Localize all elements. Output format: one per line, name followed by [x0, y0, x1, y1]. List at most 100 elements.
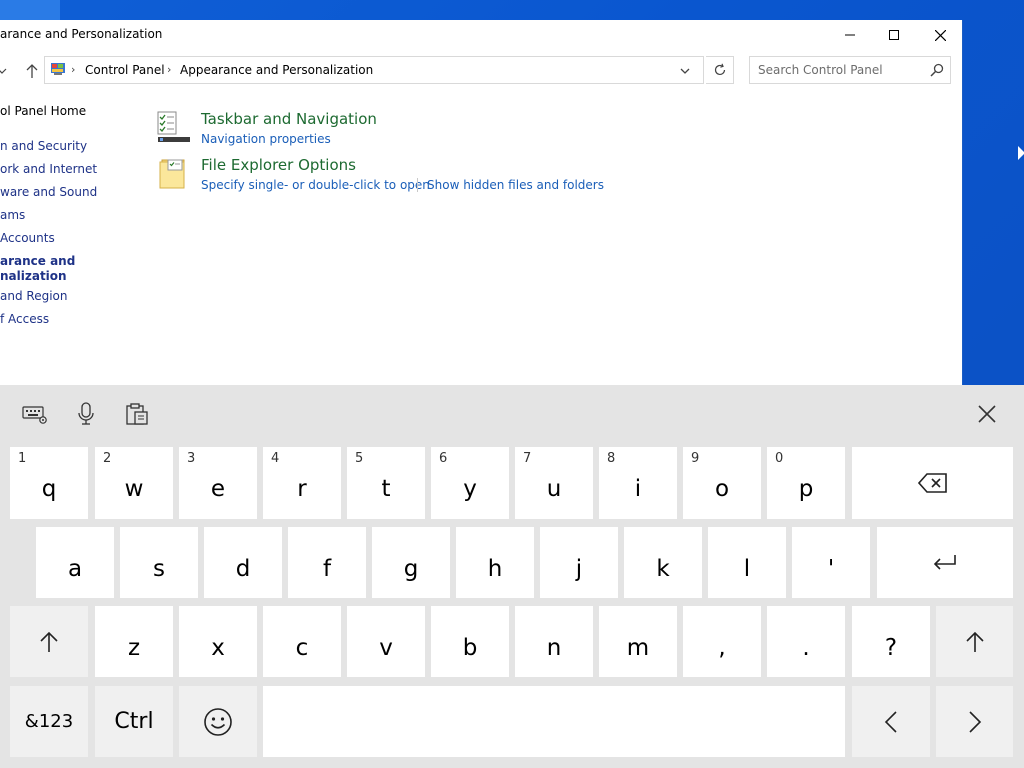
- emoji-key[interactable]: [179, 686, 257, 757]
- key-label: t: [381, 476, 391, 502]
- key-apostrophe[interactable]: ': [792, 527, 870, 598]
- key-m[interactable]: m: [599, 606, 677, 677]
- key-w[interactable]: 2w: [95, 447, 173, 519]
- key-u[interactable]: 7u: [515, 447, 593, 519]
- title-bar[interactable]: arance and Personalization: [0, 20, 963, 50]
- close-keyboard-button[interactable]: [972, 399, 1002, 429]
- key-label: ': [827, 555, 835, 582]
- up-arrow-icon[interactable]: [24, 62, 40, 80]
- taskbar-icon[interactable]: [156, 110, 190, 144]
- key-q[interactable]: 1q: [10, 447, 88, 519]
- control-panel-home-link[interactable]: ol Panel Home: [0, 104, 86, 118]
- key-x[interactable]: x: [179, 606, 257, 677]
- search-icon[interactable]: [930, 63, 944, 77]
- breadcrumb-control-panel[interactable]: Control Panel: [85, 63, 165, 77]
- key-s[interactable]: s: [120, 527, 198, 598]
- minimize-button[interactable]: [827, 20, 873, 50]
- ctrl-key[interactable]: Ctrl: [95, 686, 173, 757]
- nav-ease-of-access[interactable]: f Access: [0, 312, 49, 327]
- key-l[interactable]: l: [708, 527, 786, 598]
- key-v[interactable]: v: [347, 606, 425, 677]
- close-button[interactable]: [917, 20, 963, 50]
- key-f[interactable]: f: [288, 527, 366, 598]
- folder-options-icon[interactable]: [156, 156, 190, 190]
- address-bar[interactable]: › Control Panel › Appearance and Persona…: [44, 56, 704, 84]
- navigation-properties-link[interactable]: Navigation properties: [201, 132, 331, 146]
- shift-arrow-icon: [40, 631, 58, 652]
- dictation-button[interactable]: [71, 399, 101, 429]
- key-question[interactable]: ?: [852, 606, 930, 677]
- show-hidden-files-link[interactable]: Show hidden files and folders: [427, 178, 604, 192]
- key-label: o: [714, 476, 730, 502]
- key-comma[interactable]: ,: [683, 606, 761, 677]
- keyboard-settings-button[interactable]: [20, 399, 50, 429]
- emoji-icon: [204, 707, 232, 736]
- key-n[interactable]: n: [515, 606, 593, 677]
- clipboard-button[interactable]: [122, 399, 152, 429]
- breadcrumb-separator: ›: [71, 63, 76, 76]
- key-d[interactable]: d: [204, 527, 282, 598]
- nav-appearance-personalization[interactable]: arance and: [0, 254, 75, 269]
- right-arrow-key[interactable]: [936, 686, 1013, 757]
- maximize-icon: [889, 30, 899, 40]
- chevron-down-icon[interactable]: [0, 63, 16, 79]
- nav-clock-region[interactable]: and Region: [0, 289, 67, 304]
- space-key[interactable]: [263, 686, 845, 757]
- key-p[interactable]: 0p: [767, 447, 845, 519]
- key-a[interactable]: a: [36, 527, 114, 598]
- key-e[interactable]: 3e: [179, 447, 257, 519]
- backspace-icon: [917, 473, 947, 493]
- nav-appearance-personalization-line2[interactable]: nalization: [0, 269, 67, 284]
- key-t[interactable]: 5t: [347, 447, 425, 519]
- key-label: c: [295, 634, 309, 661]
- search-input[interactable]: [758, 63, 918, 77]
- key-label: h: [487, 555, 503, 582]
- key-label: .: [802, 634, 810, 661]
- key-label: a: [67, 555, 83, 582]
- key-j[interactable]: j: [540, 527, 618, 598]
- search-box[interactable]: [749, 56, 951, 84]
- key-hint: 6: [439, 451, 448, 466]
- enter-key[interactable]: [877, 527, 1013, 598]
- key-label: l: [743, 555, 751, 582]
- key-y[interactable]: 6y: [431, 447, 509, 519]
- single-double-click-link[interactable]: Specify single- or double-click to open: [201, 178, 430, 192]
- close-icon: [978, 405, 996, 423]
- file-explorer-options-title[interactable]: File Explorer Options: [201, 156, 356, 174]
- chevron-right-icon: [968, 710, 981, 733]
- key-label: i: [634, 476, 642, 502]
- mouse-cursor: [1018, 146, 1024, 160]
- key-hint: 1: [18, 451, 27, 466]
- nav-programs[interactable]: ams: [0, 208, 25, 223]
- shift-key-left[interactable]: [10, 606, 88, 677]
- key-o[interactable]: 9o: [683, 447, 761, 519]
- shift-key-right[interactable]: [936, 606, 1013, 677]
- control-panel-window: arance and Personalization › Control Pan…: [0, 20, 963, 386]
- left-arrow-key[interactable]: [852, 686, 930, 757]
- key-c[interactable]: c: [263, 606, 341, 677]
- refresh-button[interactable]: [706, 56, 734, 84]
- key-i[interactable]: 8i: [599, 447, 677, 519]
- symbols-key[interactable]: &123: [10, 686, 88, 757]
- breadcrumb-appearance[interactable]: Appearance and Personalization: [180, 63, 373, 77]
- key-period[interactable]: .: [767, 606, 845, 677]
- nav-user-accounts[interactable]: Accounts: [0, 231, 55, 246]
- chevron-down-icon[interactable]: [679, 65, 691, 77]
- backspace-key[interactable]: [852, 447, 1013, 519]
- maximize-button[interactable]: [871, 20, 917, 50]
- taskbar-navigation-item: Taskbar and Navigation Navigation proper…: [156, 110, 856, 154]
- key-b[interactable]: b: [431, 606, 509, 677]
- keyboard-settings-icon: [22, 406, 47, 424]
- key-g[interactable]: g: [372, 527, 450, 598]
- key-z[interactable]: z: [95, 606, 173, 677]
- touch-keyboard: 1q 2w 3e 4r 5t 6y 7u 8i 9o 0p a s d f g …: [0, 385, 1024, 768]
- nav-network-internet[interactable]: ork and Internet: [0, 162, 97, 177]
- key-h[interactable]: h: [456, 527, 534, 598]
- nav-hardware-sound[interactable]: ware and Sound: [0, 185, 97, 200]
- key-r[interactable]: 4r: [263, 447, 341, 519]
- taskbar-navigation-title[interactable]: Taskbar and Navigation: [201, 110, 377, 128]
- nav-system-security[interactable]: n and Security: [0, 139, 87, 154]
- key-label: j: [575, 555, 583, 582]
- key-k[interactable]: k: [624, 527, 702, 598]
- desktop-highlight: [0, 0, 60, 22]
